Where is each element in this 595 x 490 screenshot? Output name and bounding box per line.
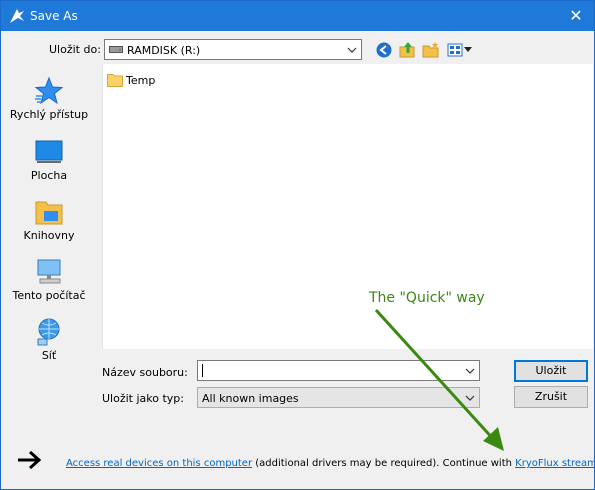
sidebar-item-libraries[interactable]: Knihovny [1,197,97,247]
access-devices-link[interactable]: Access real devices on this computer [66,458,252,469]
app-logo-icon [10,9,24,23]
sidebar-item-label: Knihovny [23,229,75,242]
caret-down-icon [464,47,472,52]
footer-middle-text: (additional drivers may be required). Co… [252,458,516,469]
back-icon[interactable] [376,42,392,58]
location-value: RAMDISK (R:) [127,44,201,57]
view-menu-button[interactable] [447,42,473,58]
filetype-value: All known images [202,392,299,405]
up-folder-icon[interactable] [399,41,417,59]
sidebar-item-label: Tento počítač [12,289,86,302]
save-as-dialog: Save As ✕ Uložit do: RAMDISK (R:) Rychlý… [0,0,595,490]
filename-label: Název souboru: [102,366,188,379]
title-bar: Save As ✕ [1,1,594,31]
arrow-right-icon [18,450,42,470]
places-sidebar: Rychlý přístup Plocha Knihovny Tento poč… [1,64,97,439]
kryoflux-streams-link[interactable]: KryoFlux streams [515,458,595,469]
libraries-icon [35,201,63,225]
annotation-arrow-icon [374,308,504,451]
view-menu-icon [447,43,463,57]
folder-icon [107,74,123,87]
close-button[interactable]: ✕ [558,1,594,31]
file-list[interactable]: Temp [102,64,593,349]
close-icon: ✕ [569,6,583,25]
location-label: Uložit do: [49,43,101,56]
new-folder-icon[interactable] [422,41,440,59]
chevron-down-icon [347,47,357,53]
annotation-text: The "Quick" way [369,290,485,306]
window-title: Save As [30,9,78,23]
sidebar-item-network[interactable]: Síť [1,317,97,367]
footer-text: Access real devices on this computer (ad… [66,458,595,469]
save-button[interactable]: Uložit [514,360,588,382]
text-cursor [202,364,203,377]
sidebar-item-label: Rychlý přístup [9,108,89,121]
file-name: Temp [126,74,156,87]
sidebar-item-this-pc[interactable]: Tento počítač [1,257,97,307]
network-icon [37,318,60,346]
sidebar-item-label: Plocha [30,169,68,182]
sidebar-item-desktop[interactable]: Plocha [1,137,97,187]
filetype-label: Uložit jako typ: [102,392,184,405]
location-combo[interactable]: RAMDISK (R:) [104,39,362,60]
sidebar-item-label: Síť [41,349,57,362]
this-pc-icon [37,259,61,284]
cancel-button[interactable]: Zrušit [514,386,588,408]
quick-access-icon [34,76,64,105]
desktop-icon [35,140,63,163]
drive-icon [109,46,123,53]
sidebar-item-quick-access[interactable]: Rychlý přístup [1,76,97,126]
